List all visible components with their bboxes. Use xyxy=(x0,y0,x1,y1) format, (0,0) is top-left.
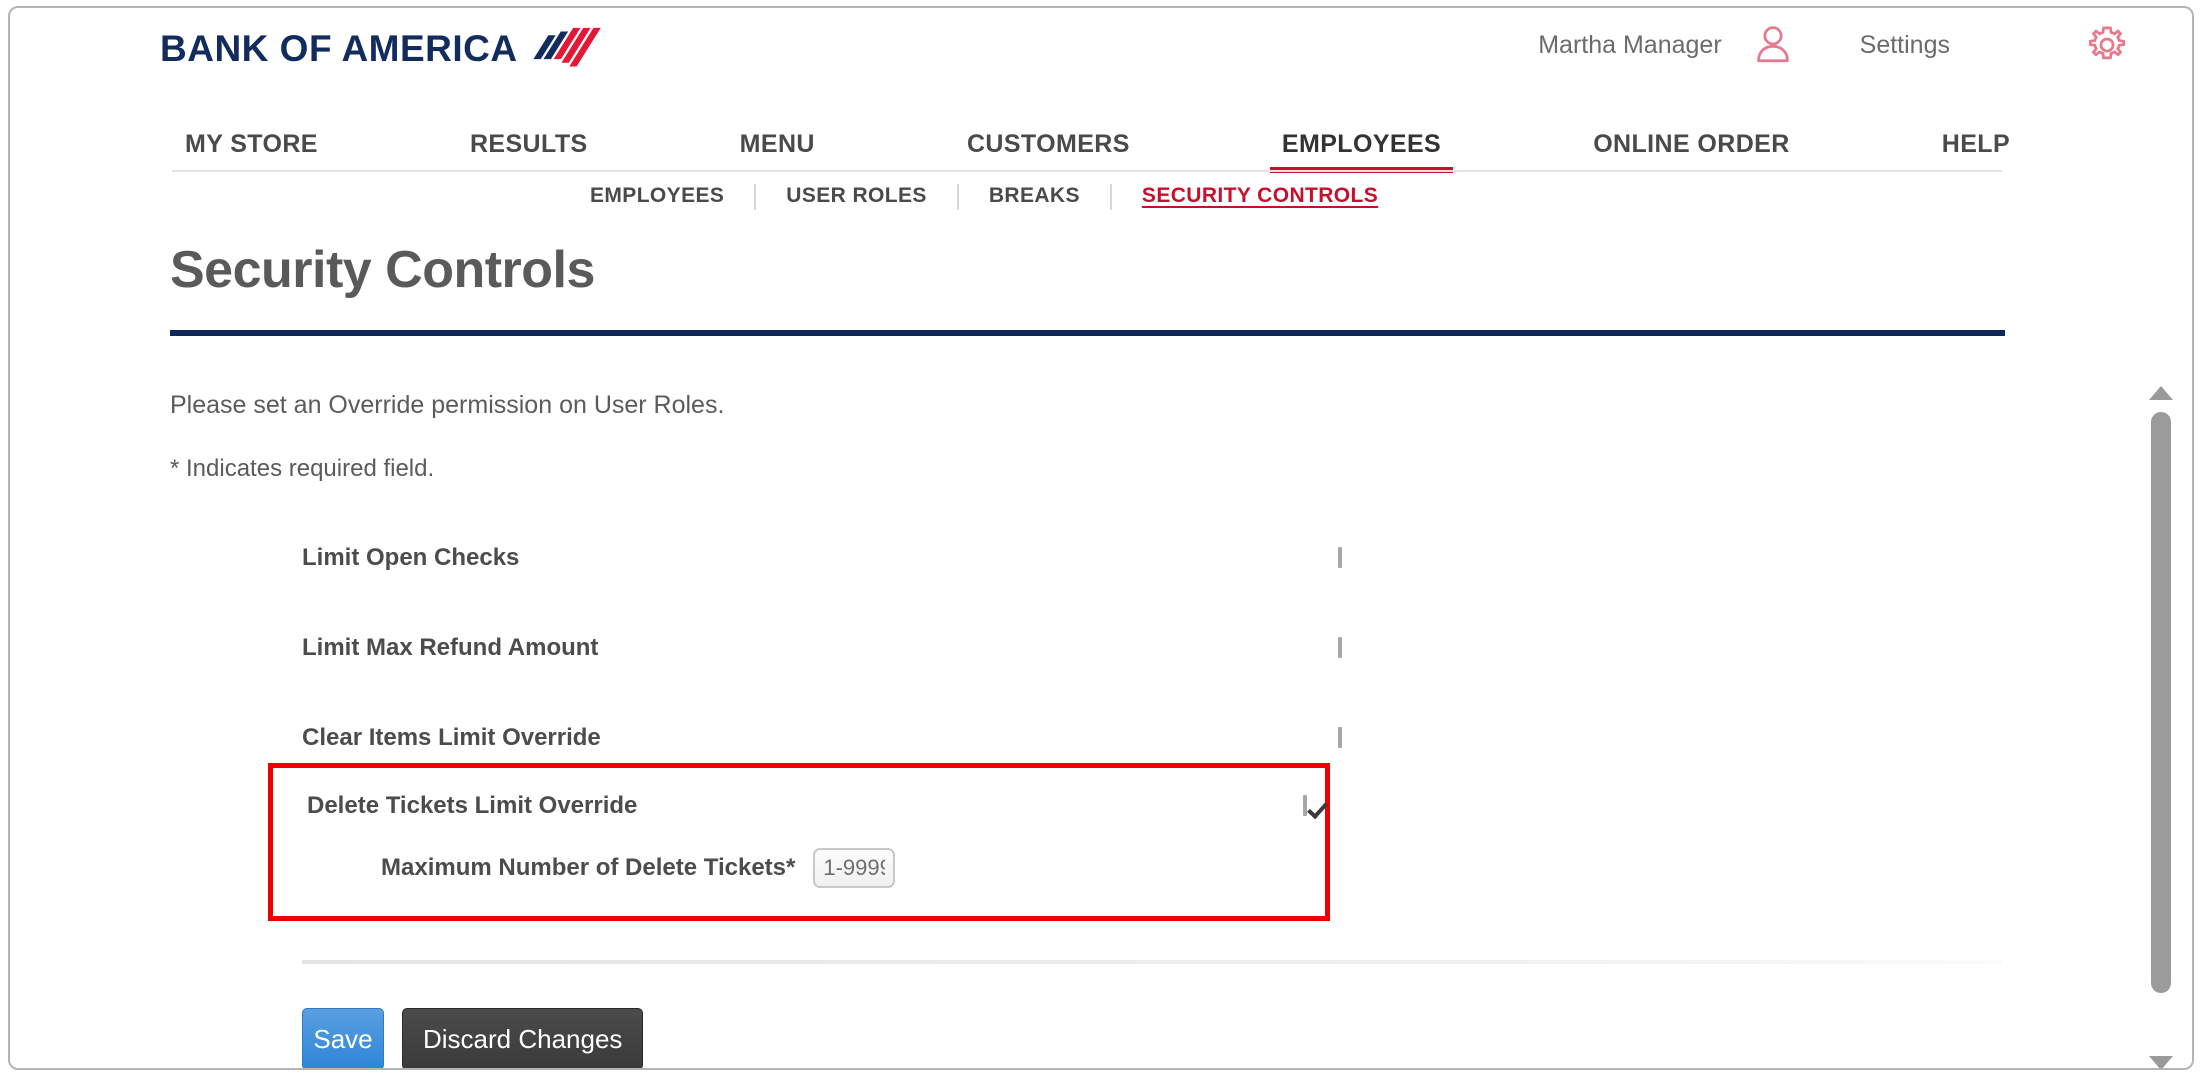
settings-label[interactable]: Settings xyxy=(1860,31,1950,60)
checkbox-slot xyxy=(1338,547,1342,568)
scrollbar-thumb[interactable] xyxy=(2151,412,2171,994)
security-controls-form: Limit Open Checks Limit Max Refund Amoun… xyxy=(10,513,2192,783)
header-user-area: Martha Manager Settings xyxy=(1538,24,2128,66)
main-navigation: MY STORE RESULTS MENU CUSTOMERS EMPLOYEE… xyxy=(10,112,2192,174)
checkbox-limit-open-checks[interactable] xyxy=(1338,547,1342,568)
discard-changes-button[interactable]: Discard Changes xyxy=(402,1008,644,1068)
scroll-down-arrow-icon[interactable] xyxy=(2149,1056,2173,1068)
scrollbar-track[interactable] xyxy=(2151,412,2171,1044)
checkbox-clear-items-limit-override[interactable] xyxy=(1338,727,1342,748)
nav-divider xyxy=(172,170,2002,172)
nav-item-help[interactable]: HELP xyxy=(1942,112,2010,169)
subnav-item-security-controls[interactable]: SECURITY CONTROLS xyxy=(1142,184,1378,210)
subnav-divider xyxy=(1109,184,1112,210)
sub-navigation: EMPLOYEES USER ROLES BREAKS SECURITY CON… xyxy=(10,184,2192,228)
subnav-item-breaks[interactable]: BREAKS xyxy=(989,184,1080,210)
checkbox-limit-max-refund-amount[interactable] xyxy=(1338,637,1342,658)
max-delete-tickets-label: Maximum Number of Delete Tickets* xyxy=(381,854,796,881)
form-row-limit-max-refund-amount: Limit Max Refund Amount xyxy=(302,603,1342,693)
bank-of-america-flag-icon xyxy=(532,27,601,67)
subnav-divider xyxy=(956,184,959,210)
save-button[interactable]: Save xyxy=(302,1008,384,1068)
checkbox-slot xyxy=(1338,727,1342,748)
gear-icon[interactable] xyxy=(2086,24,2128,66)
page-title: Security Controls xyxy=(170,241,595,299)
nav-item-results[interactable]: RESULTS xyxy=(470,112,588,169)
subnav-item-employees[interactable]: EMPLOYEES xyxy=(590,184,724,210)
nav-item-menu[interactable]: MENU xyxy=(740,112,815,169)
scroll-up-arrow-icon[interactable] xyxy=(2149,386,2173,400)
checkbox-slot xyxy=(1303,795,1307,816)
form-row-limit-open-checks: Limit Open Checks xyxy=(302,513,1342,603)
nav-item-customers[interactable]: CUSTOMERS xyxy=(967,112,1130,169)
row-label: Clear Items Limit Override xyxy=(302,724,601,751)
person-icon[interactable] xyxy=(1752,24,1794,66)
vertical-scrollbar[interactable] xyxy=(2144,380,2178,1068)
nav-item-employees[interactable]: EMPLOYEES xyxy=(1269,112,1454,173)
page-frame: BANK OF AMERICA Martha Manager Settings xyxy=(8,6,2194,1070)
required-field-note: * Indicates required field. xyxy=(170,455,435,482)
intro-text: Please set an Override permission on Use… xyxy=(170,391,725,419)
subnav-divider xyxy=(754,184,757,210)
highlight-annotation-box: Delete Tickets Limit Override Maximum Nu… xyxy=(268,763,1330,921)
title-rule xyxy=(170,330,2005,336)
nav-item-online-order[interactable]: ONLINE ORDER xyxy=(1593,112,1789,169)
site-header: BANK OF AMERICA Martha Manager Settings xyxy=(10,8,2192,112)
max-delete-tickets-input[interactable] xyxy=(813,848,896,888)
checkbox-delete-tickets-limit-override[interactable] xyxy=(1303,795,1307,816)
user-name-label: Martha Manager xyxy=(1538,30,1722,59)
row-label: Delete Tickets Limit Override xyxy=(307,792,638,819)
row-label: Limit Max Refund Amount xyxy=(302,634,599,661)
action-button-bar: Save Discard Changes xyxy=(302,1008,644,1068)
logo-wordmark: BANK OF AMERICA xyxy=(160,28,518,69)
row-label: Limit Open Checks xyxy=(302,544,520,571)
nav-item-my-store[interactable]: MY STORE xyxy=(185,112,318,169)
form-row-delete-tickets-limit-override: Delete Tickets Limit Override xyxy=(307,792,1307,820)
max-delete-tickets-field-row: Maximum Number of Delete Tickets* xyxy=(381,848,896,888)
subnav-item-user-roles[interactable]: USER ROLES xyxy=(786,184,927,210)
bank-of-america-logo[interactable]: BANK OF AMERICA xyxy=(160,26,624,72)
checkbox-slot xyxy=(1338,637,1342,658)
form-bottom-divider xyxy=(302,960,2002,964)
